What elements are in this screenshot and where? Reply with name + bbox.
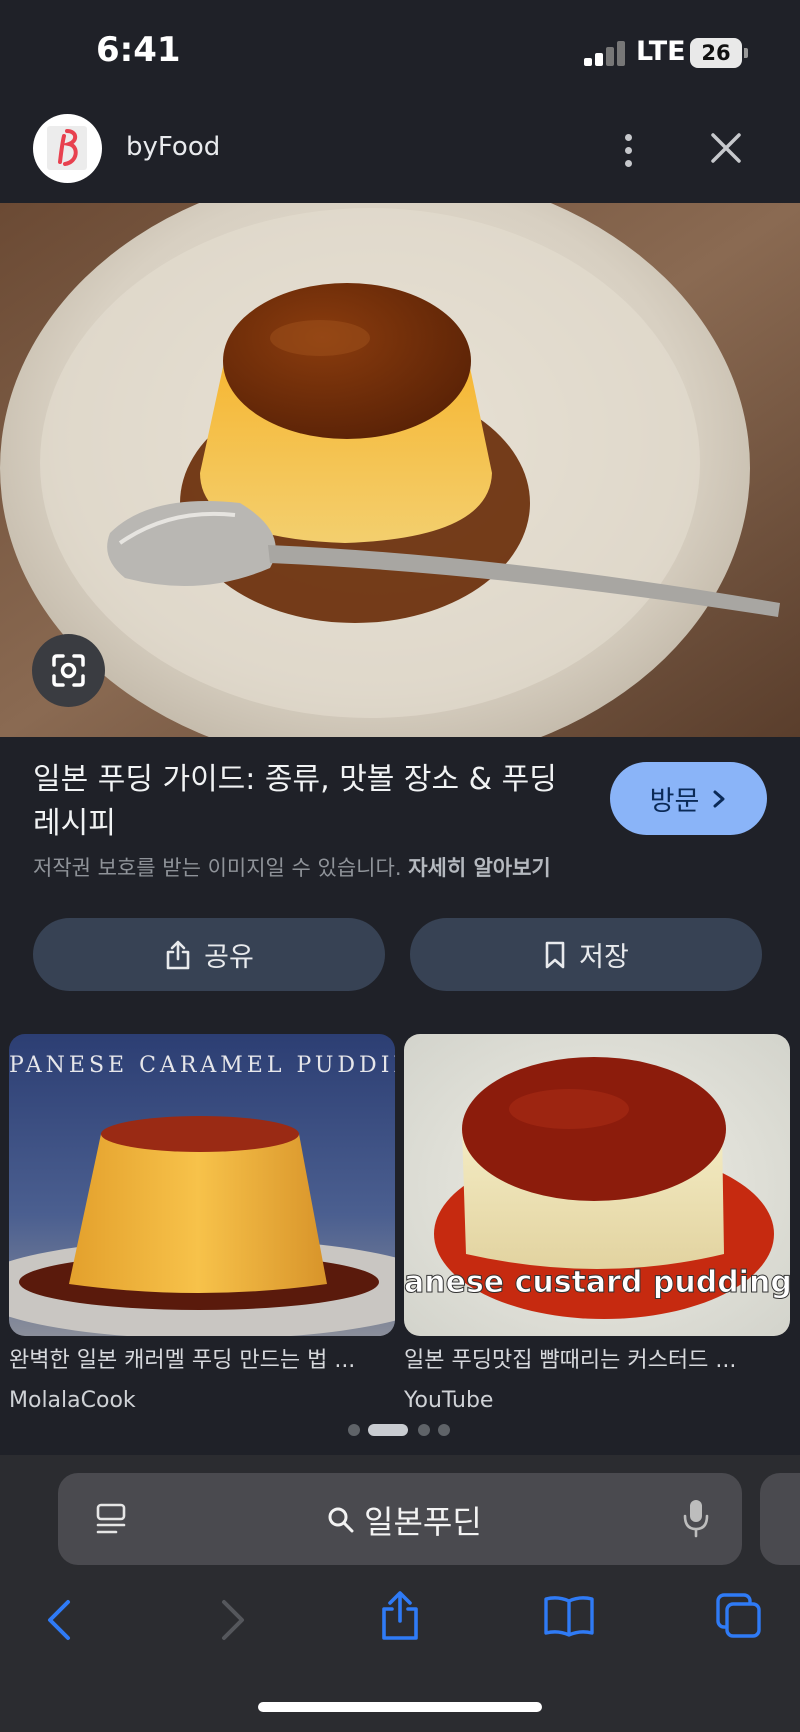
source-header: byFood [0, 100, 800, 203]
tabs-button[interactable] [714, 1591, 764, 1645]
signal-strength-icon [584, 40, 626, 66]
copyright-notice: 저작권 보호를 받는 이미지일 수 있습니다. 자세히 알아보기 [33, 856, 551, 880]
status-bar: 6:41 LTE 26 [0, 0, 800, 100]
lens-icon [52, 654, 85, 687]
book-icon [544, 1596, 594, 1637]
page-menu-icon[interactable] [94, 1501, 130, 1541]
pager-dot-active[interactable] [368, 1424, 408, 1436]
save-label: 저장 [579, 942, 629, 973]
search-icon [328, 1507, 354, 1533]
google-lens-button[interactable] [32, 634, 105, 707]
share-button[interactable]: 공유 [33, 918, 385, 991]
chevron-right-icon [713, 790, 725, 807]
related-title[interactable]: 일본 푸딩맛집 뺨때리는 커스터드 ... [404, 1342, 782, 1374]
search-query[interactable]: 일본푸딘 [326, 1497, 482, 1543]
bookmarks-button[interactable] [542, 1593, 596, 1643]
close-button[interactable] [700, 122, 752, 174]
byfood-logo-icon[interactable] [33, 114, 102, 183]
home-indicator[interactable] [258, 1702, 542, 1712]
related-item[interactable]: anese custard pudding 일본 푸딩맛집 뺨때리는 커스터드 … [404, 1034, 790, 1413]
chevron-right-icon [222, 1600, 244, 1640]
main-image-pudding[interactable] [0, 168, 800, 768]
related-source: MolalaCook [9, 1388, 136, 1413]
battery-level: 26 [701, 41, 731, 65]
related-item[interactable]: PANESE CARAMEL PUDDIN 완벽한 일본 캐러멜 푸딩 만드는 … [9, 1034, 395, 1413]
pager-dot[interactable] [418, 1424, 430, 1436]
related-source: YouTube [404, 1388, 494, 1413]
status-time: 6:41 [96, 30, 181, 70]
pager-dot[interactable] [438, 1424, 450, 1436]
back-button[interactable] [44, 1597, 74, 1647]
battery-icon: 26 [690, 38, 748, 68]
thumbnail-caption: anese custard pudding [404, 1265, 790, 1300]
share-label: 공유 [204, 942, 254, 973]
search-query-text: 일본푸딘 [364, 1503, 482, 1541]
related-thumbnail[interactable]: anese custard pudding [404, 1034, 790, 1336]
network-type: LTE [636, 36, 686, 67]
learn-more-link[interactable]: 자세히 알아보기 [408, 856, 551, 880]
share-toolbar-button[interactable] [378, 1589, 422, 1647]
pager-dot[interactable] [348, 1424, 360, 1436]
tabs-icon [716, 1593, 761, 1638]
save-button[interactable]: 저장 [410, 918, 762, 991]
share-icon [382, 1591, 418, 1640]
site-name[interactable]: byFood [126, 132, 220, 162]
browser-toolbar: 일본푸딘 [0, 1455, 800, 1732]
related-title[interactable]: 완벽한 일본 캐러멜 푸딩 만드는 법 ... [9, 1342, 387, 1374]
chevron-left-icon [48, 1600, 70, 1640]
more-options-button[interactable] [612, 118, 644, 182]
forward-button[interactable] [218, 1597, 248, 1647]
next-tab-preview[interactable] [760, 1473, 800, 1565]
bookmark-icon [545, 941, 565, 968]
microphone-icon[interactable] [682, 1497, 710, 1543]
result-title[interactable]: 일본 푸딩 가이드: 종류, 맛볼 장소 & 푸딩 레시피 [33, 758, 593, 846]
address-bar[interactable]: 일본푸딘 [58, 1473, 742, 1565]
visit-button[interactable]: 방문 [610, 762, 767, 835]
close-icon [711, 133, 741, 163]
related-thumbnail[interactable]: PANESE CARAMEL PUDDIN [9, 1034, 395, 1336]
thumbnail-caption: PANESE CARAMEL PUDDIN [9, 1053, 395, 1078]
share-icon [166, 940, 190, 969]
visit-button-label: 방문 [649, 786, 700, 817]
